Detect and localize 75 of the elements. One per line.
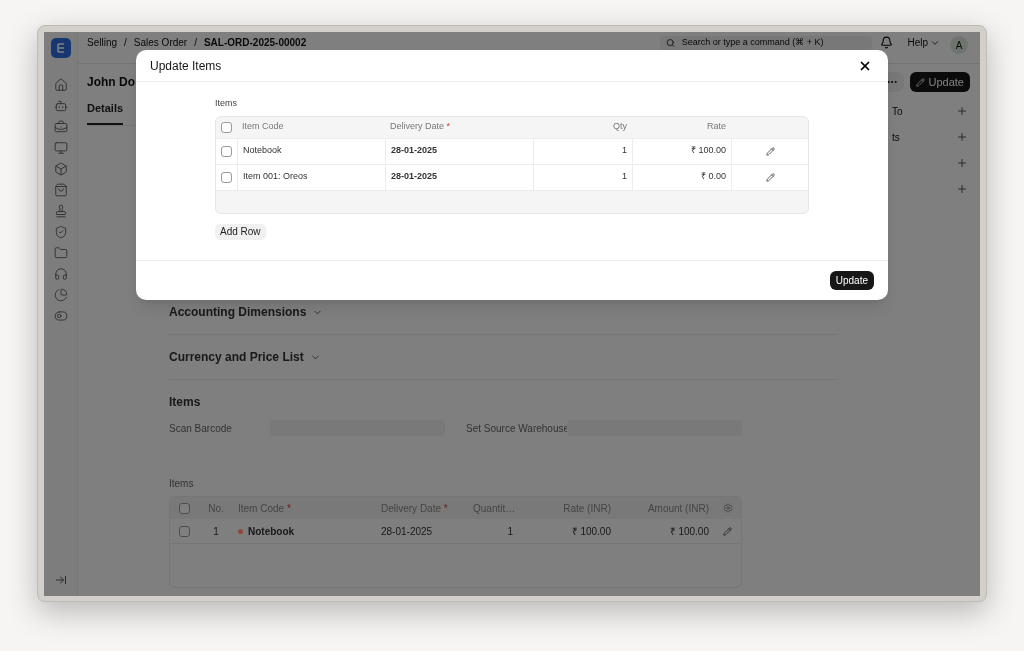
table-cell: 1	[533, 138, 632, 164]
add-icon[interactable]	[956, 157, 968, 169]
chevron-down-icon	[930, 38, 940, 48]
table-label: Items	[215, 97, 238, 110]
headset-icon[interactable]	[53, 267, 68, 281]
table-label: Items	[169, 477, 195, 491]
row-checkbox[interactable]	[221, 171, 232, 183]
search-icon	[666, 38, 676, 48]
bag-icon[interactable]	[53, 183, 68, 197]
robot-icon[interactable]	[53, 99, 68, 113]
pencil-icon	[915, 77, 925, 87]
dialog-title: Update Items	[150, 57, 222, 75]
breadcrumb-link[interactable]: Sales Order	[133, 36, 188, 50]
add-icon[interactable]	[956, 105, 968, 117]
table-cell: ₹ 100.00	[632, 138, 731, 164]
table-cell-text: 1	[212, 524, 220, 539]
page-title: John Do	[87, 74, 135, 91]
toggle-icon[interactable]	[53, 309, 68, 323]
edit-icon[interactable]	[765, 146, 775, 156]
add-icon[interactable]	[956, 131, 968, 143]
section-heading: Items	[169, 394, 202, 411]
stamp-icon[interactable]	[53, 204, 68, 218]
table-cell: Notebook	[237, 138, 385, 164]
table-cell: 28-01-2025	[385, 164, 533, 190]
avatar[interactable]: A	[950, 36, 968, 54]
sidebar-link[interactable]: ts	[892, 129, 900, 145]
table-cell-text: ₹ 100.00	[668, 524, 710, 539]
column-header: Delivery Date *	[389, 120, 452, 134]
app-logo-icon[interactable]	[50, 38, 71, 58]
column-header: Item Code	[241, 120, 285, 134]
table-cell: 1	[533, 164, 632, 190]
select-all-checkbox[interactable]	[178, 502, 190, 514]
briefcase-icon[interactable]	[53, 120, 68, 134]
required-mark: *	[443, 502, 448, 514]
required-mark: *	[446, 121, 451, 132]
update-button[interactable]: Update	[829, 271, 874, 290]
table-cell: ₹ 0.00	[632, 164, 731, 190]
breadcrumb-link[interactable]: SAL-ORD-2025-00002	[203, 36, 307, 50]
update-button[interactable]: Update	[909, 72, 970, 92]
tab[interactable]: Details	[87, 99, 124, 125]
edit-icon[interactable]	[723, 526, 732, 536]
table-cell-text: ₹ 100.00	[570, 524, 612, 539]
section-title[interactable]: Currency and Price List	[169, 348, 304, 366]
box-icon[interactable]	[53, 162, 68, 176]
column-header: Qty	[612, 120, 628, 134]
row-checkbox[interactable]	[178, 525, 190, 537]
breadcrumb-link[interactable]: Selling	[87, 36, 118, 50]
field-label: Set Source Warehouse	[466, 421, 567, 436]
notifications-icon[interactable]	[880, 36, 894, 49]
edit-icon[interactable]	[765, 172, 775, 182]
settings-icon[interactable]	[723, 503, 733, 513]
help-button[interactable]: Help	[907, 36, 940, 50]
breadcrumb-separator: /	[194, 36, 197, 50]
monitor-icon[interactable]	[53, 141, 68, 155]
row-checkbox[interactable]	[221, 145, 232, 157]
pie-chart-icon[interactable]	[53, 288, 68, 302]
search-field[interactable]: Search or type a command (⌘ + K)	[660, 36, 873, 50]
breadcrumb-separator: /	[124, 36, 127, 50]
table-cell-text: 1	[506, 524, 514, 539]
sidebar-link[interactable]: To	[892, 103, 903, 119]
table-cell: Item 001: Oreos	[237, 164, 385, 190]
house-icon[interactable]	[53, 78, 68, 92]
folder-icon[interactable]	[53, 246, 68, 260]
collapse-icon[interactable]	[54, 574, 67, 586]
column-header: Rate	[706, 120, 727, 134]
table-cell-text: Notebook	[248, 524, 295, 539]
table-cell-text: 28-01-2025	[380, 524, 434, 539]
add-row-button[interactable]: Add Row	[215, 223, 266, 240]
field-label: Scan Barcode	[169, 421, 233, 436]
add-icon[interactable]	[956, 183, 968, 195]
section-title[interactable]: Accounting Dimensions	[169, 303, 307, 321]
select-all-checkbox[interactable]	[221, 121, 232, 133]
required-mark: *	[286, 502, 291, 514]
table-cell: 28-01-2025	[385, 138, 533, 164]
shield-icon[interactable]	[53, 225, 68, 239]
